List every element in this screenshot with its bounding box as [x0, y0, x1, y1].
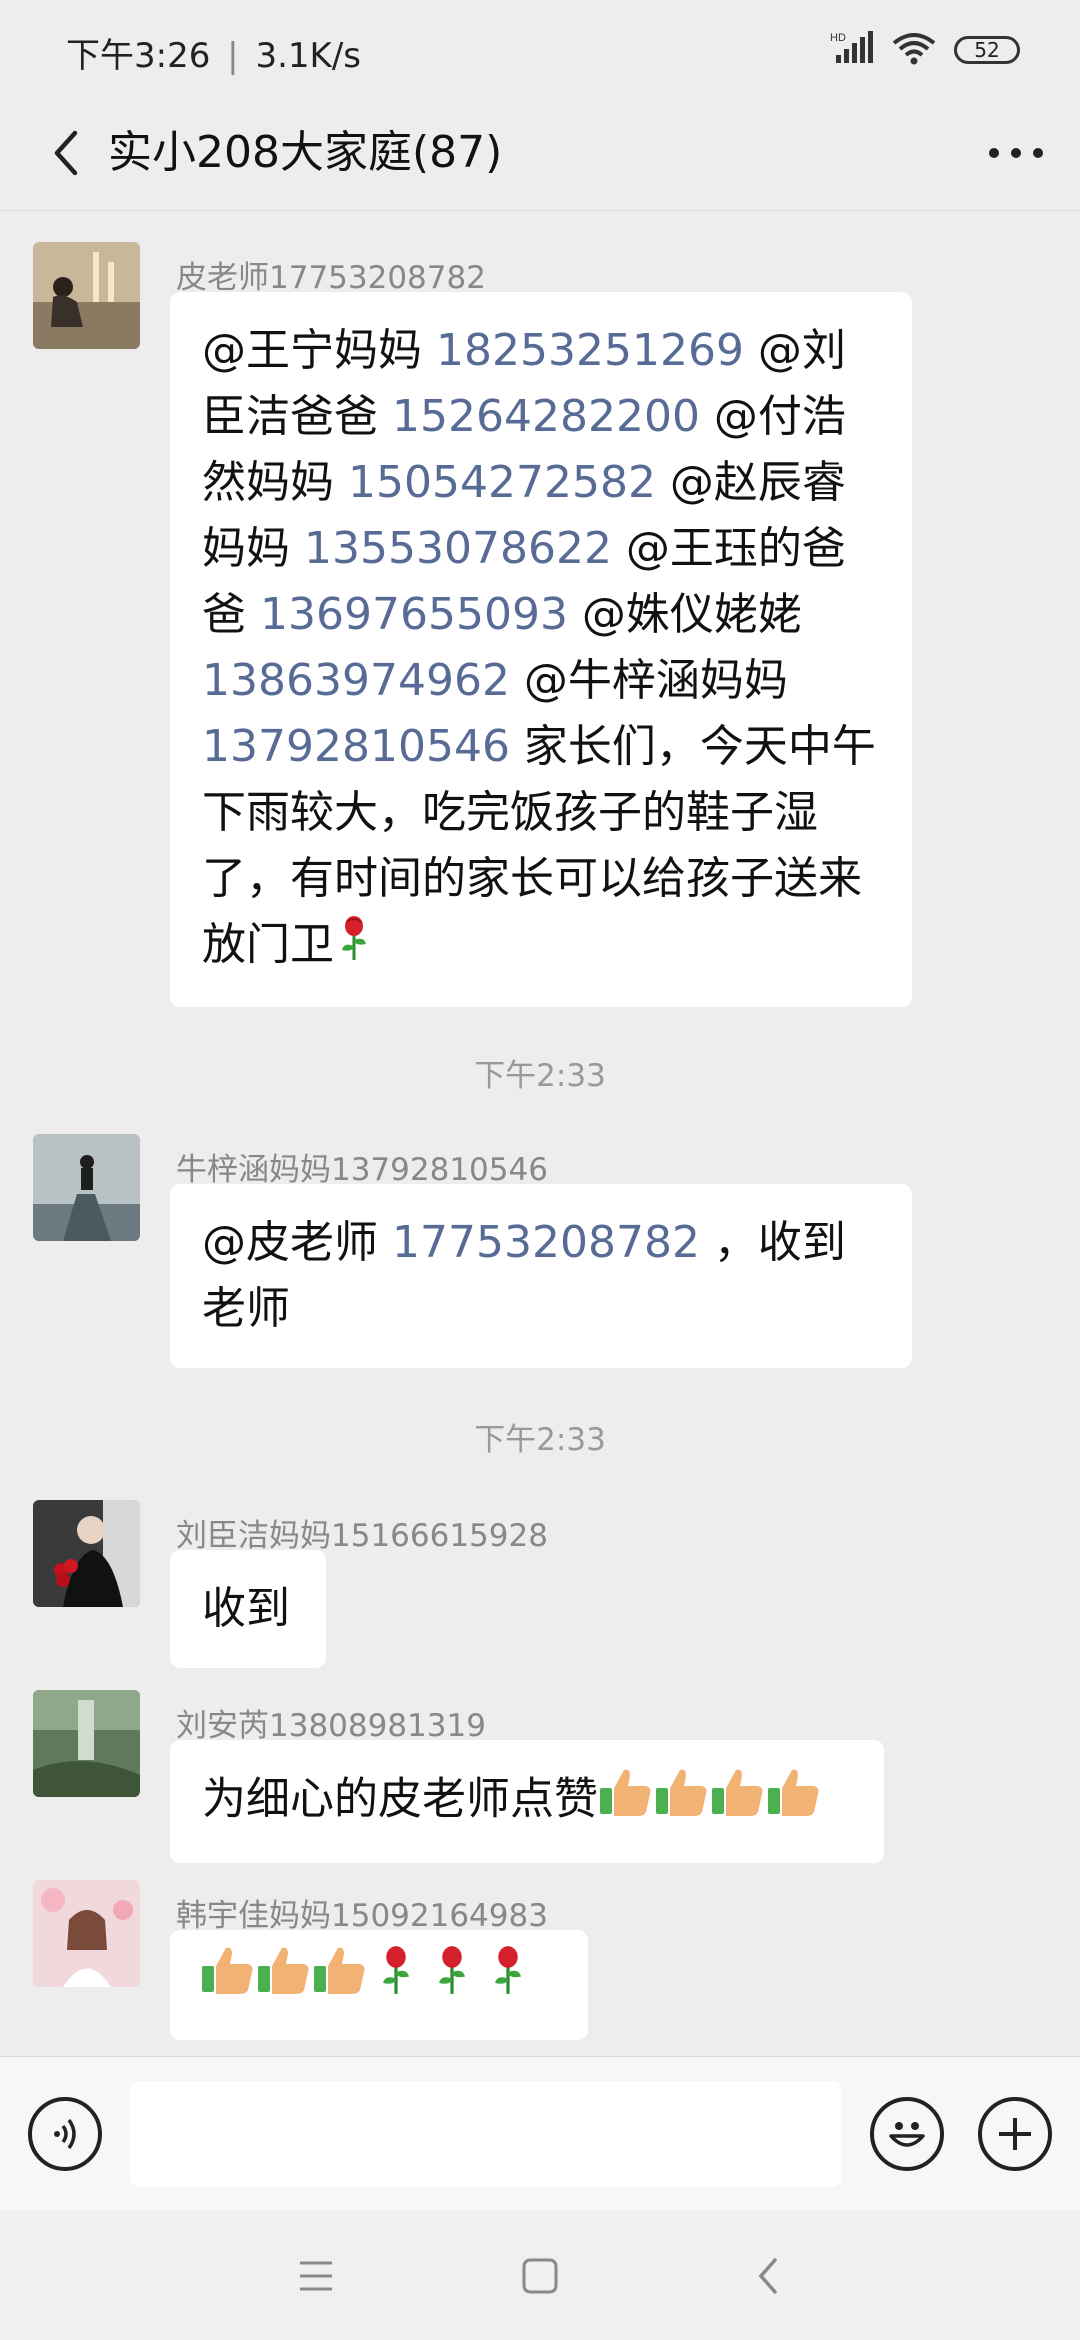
status-time: 下午3:26 | 3.1K/s: [66, 28, 361, 77]
phone-link[interactable]: 17753208782: [392, 1217, 700, 1268]
sender-name: 韩宇佳妈妈15092164983: [176, 1898, 548, 1934]
network-speed: 3.1K/s: [255, 36, 361, 76]
back-button[interactable]: [30, 118, 100, 188]
chat-header: 实小208大家庭(87): [0, 96, 1080, 211]
thumbs-up-emoji: [200, 1944, 256, 2015]
thumbs-up-emoji: [598, 1766, 654, 1837]
phone-link[interactable]: 13792810546: [202, 721, 510, 772]
separator: |: [227, 36, 239, 76]
system-nav-bar: [0, 2210, 1080, 2340]
home-button[interactable]: [510, 2246, 570, 2306]
rose-emoji: [334, 914, 374, 981]
phone-link[interactable]: 15264282200: [392, 391, 700, 442]
battery-icon: 52: [954, 36, 1020, 64]
wifi-icon: [892, 31, 936, 69]
status-bar: 下午3:26 | 3.1K/s HD 52: [0, 0, 1080, 96]
home-icon: [522, 2258, 558, 2294]
input-bar: [0, 2056, 1080, 2211]
message-text: @姝仪姥姥: [567, 589, 802, 640]
system-back-button[interactable]: [738, 2246, 798, 2306]
signal-icon: HD: [830, 31, 874, 69]
message-bubble[interactable]: [170, 1930, 588, 2040]
timestamp: 下午2:33: [474, 1058, 606, 1094]
back-arrow-icon: [54, 130, 78, 176]
message-text: @皮老师: [202, 1217, 392, 1268]
avatar[interactable]: [33, 1500, 140, 1607]
thumbs-up-emoji: [766, 1766, 822, 1837]
phone-link[interactable]: 15054272582: [348, 457, 656, 508]
message-bubble[interactable]: @皮老师 17753208782 ，收到老师: [170, 1184, 912, 1368]
chat-title: 实小208大家庭(87): [108, 127, 503, 178]
phone-link[interactable]: 13863974962: [202, 655, 510, 706]
phone-link[interactable]: 13553078622: [304, 523, 612, 574]
message-list[interactable]: 皮老师17753208782 @王宁妈妈 18253251269 @刘臣洁爸爸 …: [0, 210, 1080, 2056]
thumbs-up-emoji: [256, 1944, 312, 2015]
rose-emoji: [368, 1944, 424, 2015]
phone-link[interactable]: 18253251269: [436, 325, 744, 376]
menu-icon: [300, 2261, 332, 2291]
svg-text:HD: HD: [830, 32, 846, 44]
message-input[interactable]: [130, 2081, 842, 2187]
rose-emoji: [480, 1944, 536, 2015]
message-text: @王宁妈妈: [202, 325, 436, 376]
back-triangle-icon: [758, 2258, 777, 2294]
message-text: @牛梓涵妈妈: [509, 655, 788, 706]
thumbs-up-emoji: [654, 1766, 710, 1837]
sender-name: 牛梓涵妈妈13792810546: [176, 1152, 548, 1188]
timestamp: 下午2:33: [474, 1422, 606, 1458]
status-icons: HD 52: [830, 30, 1020, 70]
sender-name: 刘臣洁妈妈15166615928: [176, 1518, 548, 1554]
message-text: 为细心的皮老师点赞: [202, 1773, 598, 1825]
avatar[interactable]: [33, 1690, 140, 1797]
message-bubble[interactable]: @王宁妈妈 18253251269 @刘臣洁爸爸 15264282200 @付浩…: [170, 292, 912, 1007]
avatar[interactable]: [33, 1880, 140, 1987]
clock: 下午3:26: [66, 36, 211, 76]
phone-link[interactable]: 13697655093: [260, 589, 568, 640]
thumbs-up-emoji: [710, 1766, 766, 1837]
menu-button[interactable]: [286, 2246, 346, 2306]
avatar[interactable]: [33, 1134, 140, 1241]
rose-emoji: [424, 1944, 480, 2015]
plus-icon: [999, 2118, 1031, 2150]
voice-icon: [54, 2118, 76, 2150]
emoji-icon: [889, 2122, 925, 2147]
avatar[interactable]: [33, 242, 140, 349]
more-dots-icon: [989, 148, 1043, 158]
message-bubble[interactable]: 为细心的皮老师点赞: [170, 1740, 884, 1863]
sender-name: 刘安芮13808981319: [176, 1708, 486, 1744]
plus-button[interactable]: [978, 2097, 1052, 2171]
thumbs-up-emoji: [312, 1944, 368, 2015]
emoji-button[interactable]: [870, 2097, 944, 2171]
more-button[interactable]: [976, 118, 1056, 188]
message-bubble[interactable]: 收到: [170, 1550, 326, 1668]
sender-name: 皮老师17753208782: [176, 260, 486, 296]
voice-button[interactable]: [28, 2097, 102, 2171]
